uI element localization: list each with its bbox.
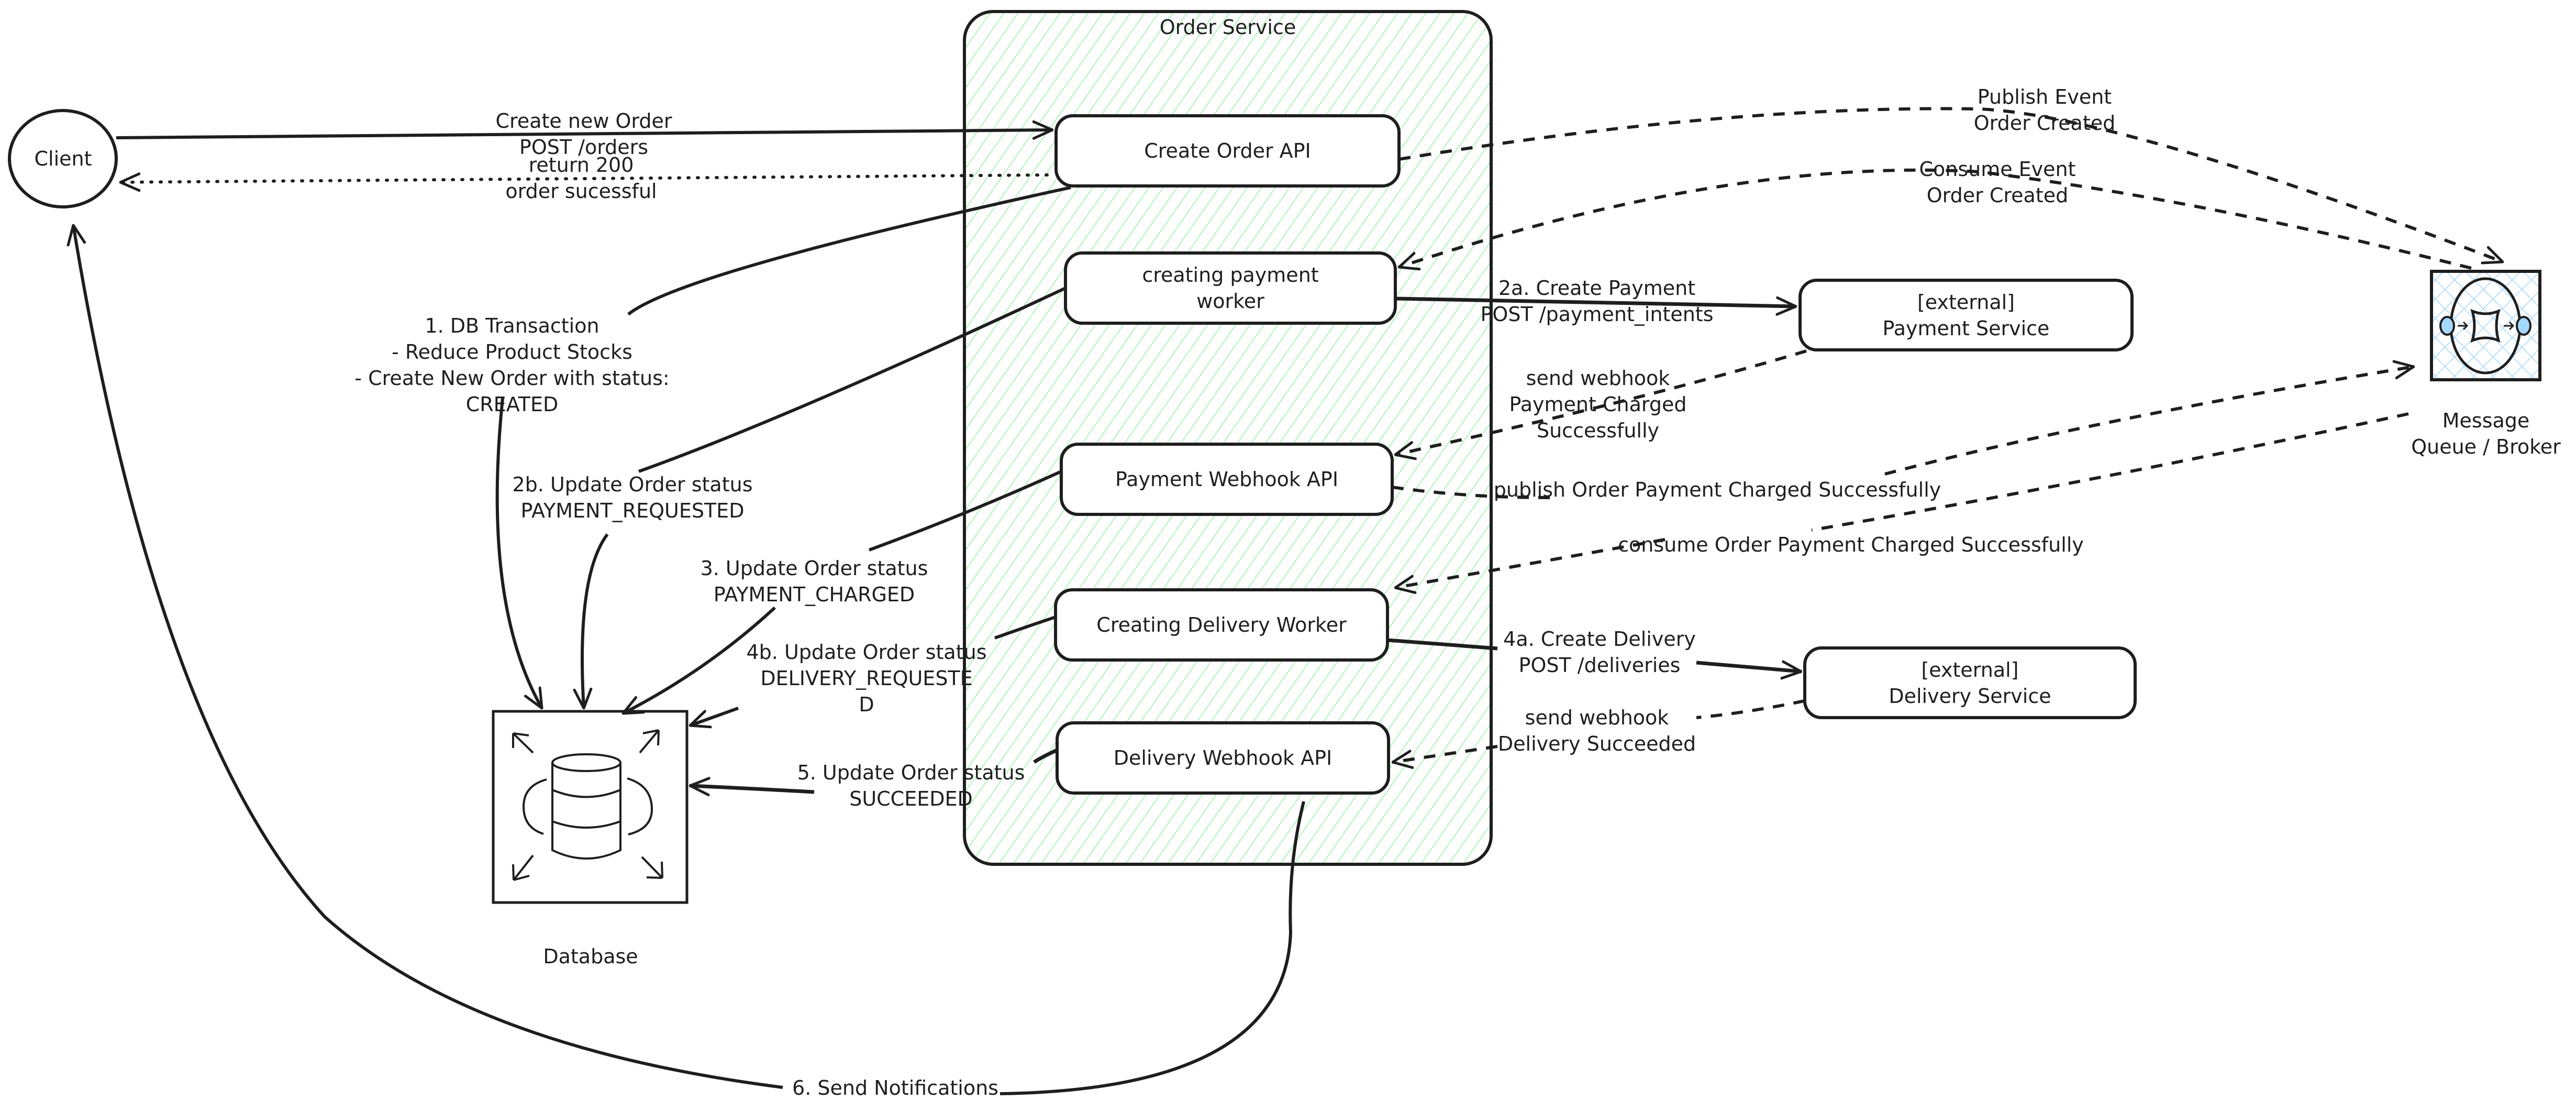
creating-delivery-worker-label: Creating Delivery Worker bbox=[1096, 613, 1347, 636]
update-payment-requested-label: 2b. Update Order status PAYMENT_REQUESTE… bbox=[512, 473, 753, 522]
create-order-api-label: Create Order API bbox=[1144, 139, 1311, 162]
publish-payment-charged-label: publish Order Payment Charged Successful… bbox=[1493, 478, 1941, 501]
db-transaction-label: 1. DB Transaction - Reduce Product Stock… bbox=[354, 314, 670, 416]
creating-payment-worker-label: creating payment worker bbox=[1142, 263, 1319, 313]
order-service-title: Order Service bbox=[1159, 16, 1296, 39]
payment-webhook-label: send webhook Payment Charged Successfull… bbox=[1509, 367, 1687, 442]
message-queue-icon[interactable] bbox=[2430, 270, 2541, 381]
return-200-label: return 200 order sucessful bbox=[505, 153, 657, 203]
database-icon[interactable] bbox=[492, 710, 689, 904]
payment-service-label: [external] Payment Service bbox=[1882, 290, 2050, 340]
consume-order-created-label: Consume Event Order Created bbox=[1919, 158, 2076, 207]
create-payment-label: 2a. Create Payment POST /payment_intents bbox=[1480, 277, 1714, 326]
send-notifications-label: 6. Send Notifications bbox=[792, 1076, 998, 1099]
delivery-webhook-api-label: Delivery Webhook API bbox=[1113, 746, 1333, 769]
update-payment-charged-label: 3. Update Order status PAYMENT_CHARGED bbox=[700, 557, 928, 606]
delivery-service-label: [external] Delivery Service bbox=[1889, 658, 2051, 708]
create-delivery-label: 4a. Create Delivery POST /deliveries bbox=[1503, 628, 1696, 677]
update-succeeded-label: 5. Update Order status SUCCEEDED bbox=[797, 761, 1025, 810]
message-queue-label: Message Queue / Broker bbox=[2411, 409, 2561, 458]
payment-webhook-api-label: Payment Webhook API bbox=[1115, 468, 1339, 491]
consume-payment-charged-label: consume Order Payment Charged Successful… bbox=[1618, 533, 2084, 556]
publish-order-created-label: Publish Event Order Created bbox=[1973, 85, 2116, 135]
database-label: Database bbox=[543, 945, 638, 968]
delivery-webhook-label: send webhook Delivery Succeeded bbox=[1497, 706, 1696, 755]
client-label: Client bbox=[34, 147, 92, 170]
update-delivery-requested-label: 4b. Update Order status DELIVERY_REQUEST… bbox=[746, 641, 987, 716]
